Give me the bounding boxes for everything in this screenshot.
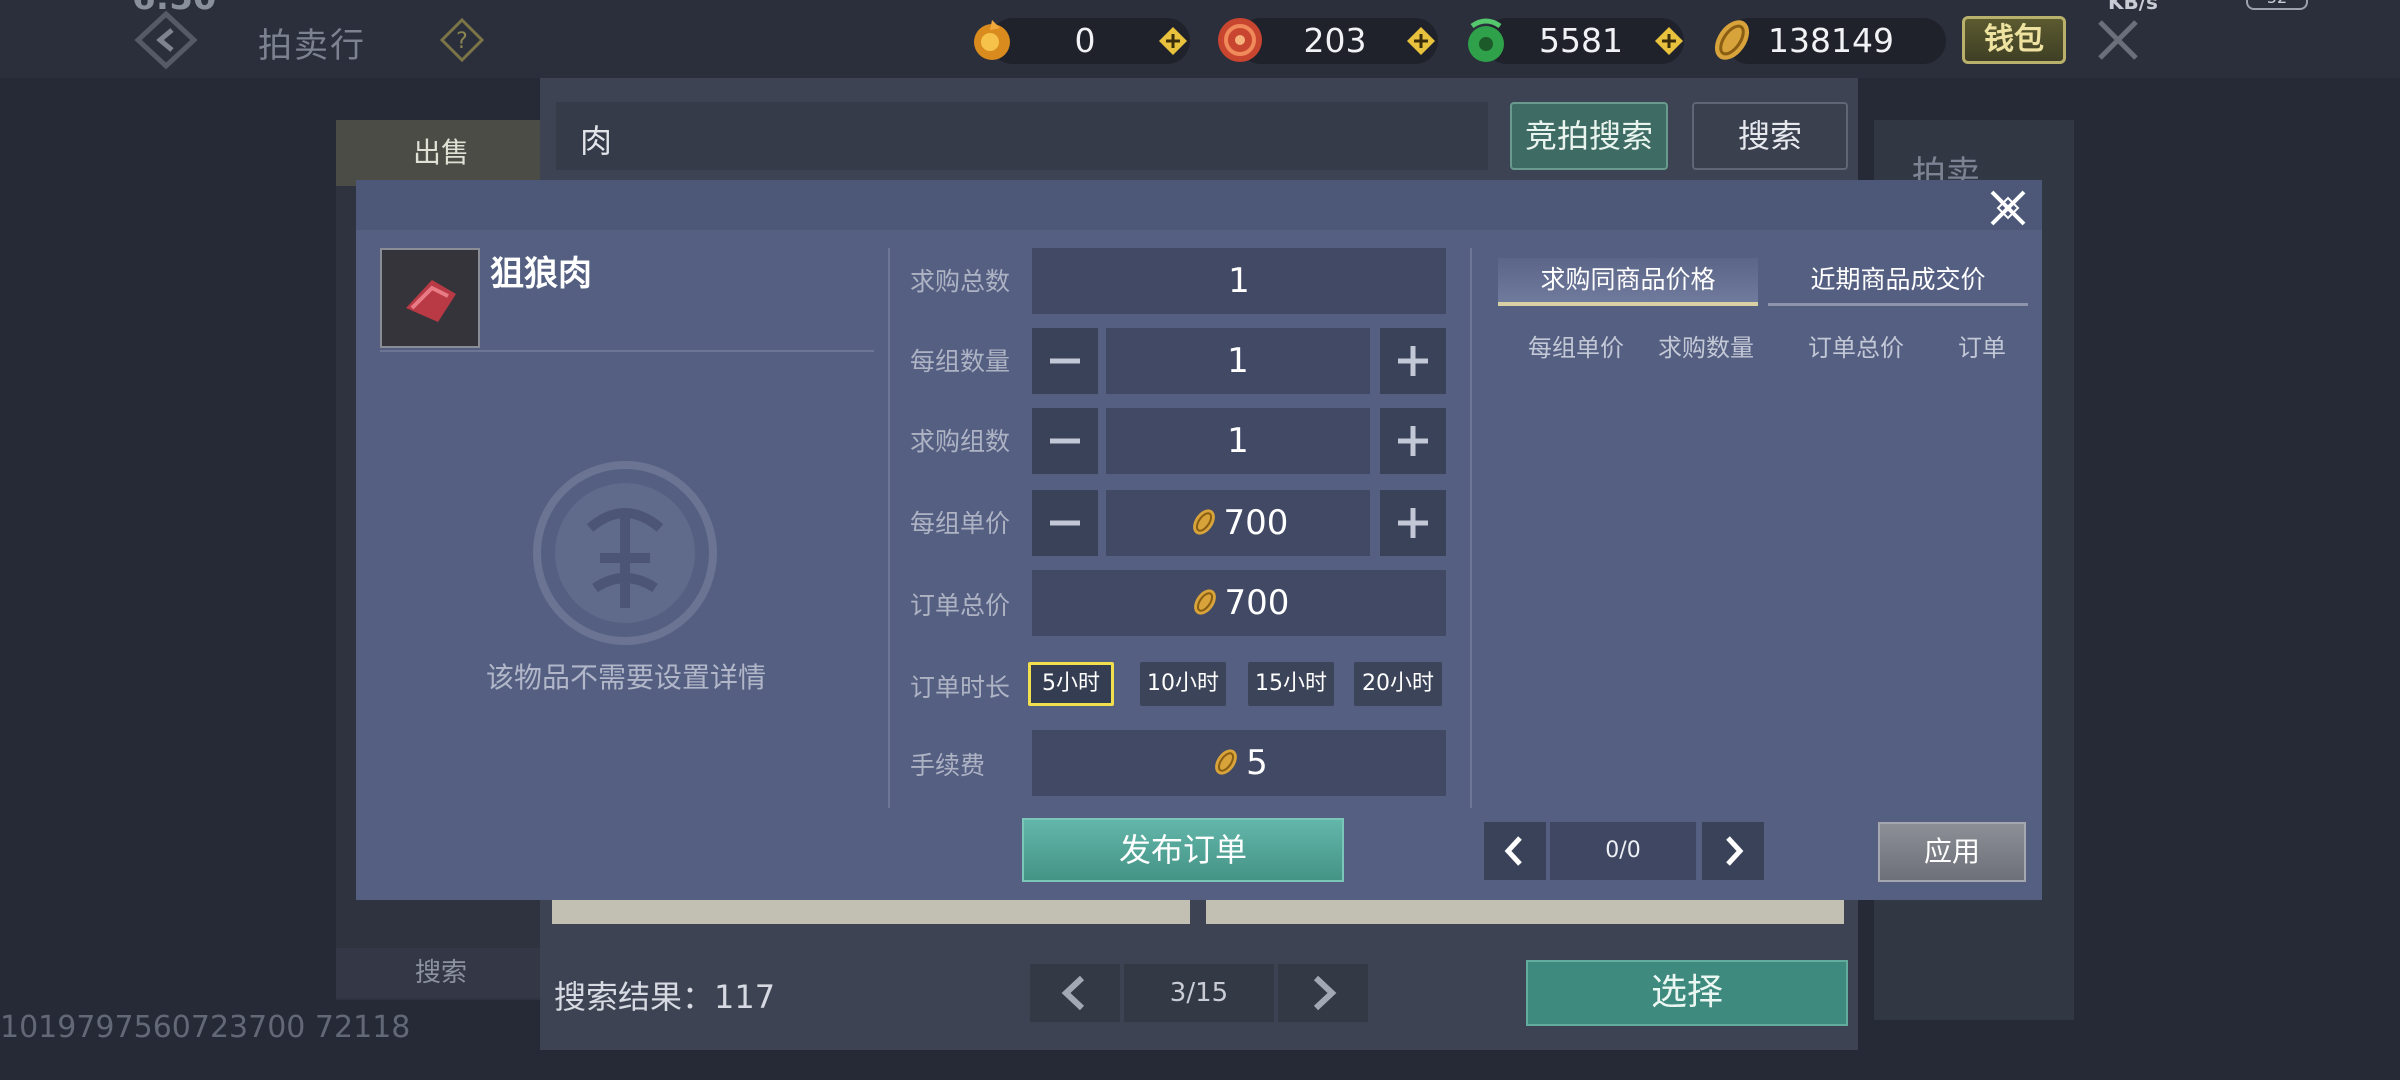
chevron-left-icon[interactable] <box>1484 822 1546 880</box>
page-title: 拍卖行 <box>258 26 366 66</box>
column-header-unit-price: 每组单价 <box>1528 334 1624 362</box>
battery-indicator: 52 <box>2246 0 2308 10</box>
duration-20h-button[interactable]: 20小时 <box>1354 662 1442 706</box>
tab-sell[interactable]: 出售 <box>336 120 546 186</box>
plus-icon[interactable] <box>1158 26 1188 56</box>
sidebar-search-button[interactable]: 搜索 <box>336 948 546 998</box>
divider <box>1470 248 1472 808</box>
meat-icon <box>382 250 478 346</box>
search-input-value: 肉 <box>580 122 613 160</box>
plus-icon[interactable] <box>1406 26 1436 56</box>
currency-jade-value: 5581 <box>1539 21 1623 60</box>
search-result-count: 搜索结果：117 <box>554 978 776 1016</box>
fee-field: 5 <box>1032 730 1446 796</box>
publish-order-button[interactable]: 发布订单 <box>1022 818 1344 882</box>
groups-field[interactable]: 1 <box>1106 408 1370 474</box>
unit-price-label: 每组单价 <box>910 509 1011 538</box>
minus-icon[interactable] <box>1032 408 1098 474</box>
plus-icon[interactable] <box>1654 26 1684 56</box>
jade-token-icon <box>1468 18 1504 62</box>
gold-ingot-icon <box>974 20 1010 60</box>
column-header-order: 订单 <box>1958 334 2006 362</box>
close-icon[interactable] <box>2090 12 2146 68</box>
unit-price-value: 700 <box>1223 503 1289 543</box>
total-price-value: 700 <box>1224 583 1290 623</box>
dialog-header <box>356 180 2042 230</box>
minus-icon[interactable] <box>1032 328 1098 394</box>
divider <box>888 248 890 808</box>
duration-10h-button[interactable]: 10小时 <box>1140 662 1226 706</box>
coin-icon <box>1714 20 1750 60</box>
currency-red-value: 203 <box>1303 21 1367 60</box>
bid-search-button[interactable]: 竞拍搜索 <box>1510 102 1668 170</box>
groups-label: 求购组数 <box>910 427 1011 456</box>
search-button[interactable]: 搜索 <box>1692 102 1848 170</box>
currency-gold-value: 0 <box>1074 21 1096 60</box>
page-indicator: 3/15 <box>1124 964 1274 1022</box>
user-id: 1019797560723700 72118 <box>0 1010 411 1045</box>
plus-icon[interactable] <box>1380 328 1446 394</box>
duration-15h-button[interactable]: 15小时 <box>1248 662 1334 706</box>
column-header-order-total: 订单总价 <box>1808 334 1904 362</box>
coin-icon <box>1192 509 1215 535</box>
plus-icon[interactable] <box>1380 490 1446 556</box>
item-name: 狙狼肉 <box>490 254 592 294</box>
total-price-field: 700 <box>1032 570 1446 636</box>
per-group-qty-label: 每组数量 <box>910 347 1011 376</box>
select-button[interactable]: 选择 <box>1526 960 1848 1026</box>
help-icon[interactable]: ? <box>440 18 484 62</box>
tab-recent-deals[interactable]: 近期商品成交价 <box>1768 258 2028 306</box>
wallet-button[interactable]: 钱包 <box>1962 16 2066 64</box>
total-qty-field[interactable]: 1 <box>1032 248 1446 314</box>
red-token-icon <box>1218 18 1262 62</box>
seal-icon <box>533 461 717 645</box>
fee-label: 手续费 <box>910 751 986 780</box>
chevron-right-icon[interactable] <box>1702 822 1764 880</box>
no-detail-text: 该物品不需要设置详情 <box>486 661 767 694</box>
duration-label: 订单时长 <box>910 673 1011 702</box>
plus-icon[interactable] <box>1380 408 1446 474</box>
fee-value: 5 <box>1246 743 1268 783</box>
chevron-right-icon[interactable] <box>1278 964 1368 1022</box>
duration-5h-button[interactable]: 5小时 <box>1028 662 1114 706</box>
search-input[interactable] <box>556 102 1488 170</box>
back-icon[interactable] <box>132 10 200 70</box>
total-qty-label: 求购总数 <box>910 267 1011 296</box>
tab-buy-prices[interactable]: 求购同商品价格 <box>1498 258 1758 306</box>
divider <box>380 350 874 352</box>
coin-icon <box>1193 589 1216 615</box>
chevron-left-icon[interactable] <box>1030 964 1120 1022</box>
unit-price-field[interactable]: 700 <box>1106 490 1370 556</box>
close-icon[interactable] <box>1984 184 2032 232</box>
svg-text:?: ? <box>456 29 468 54</box>
total-price-label: 订单总价 <box>910 591 1011 620</box>
apply-button[interactable]: 应用 <box>1878 822 2026 882</box>
minus-icon[interactable] <box>1032 490 1098 556</box>
item-thumbnail <box>380 248 480 348</box>
per-group-qty-field[interactable]: 1 <box>1106 328 1370 394</box>
coin-icon <box>1215 749 1238 775</box>
page-indicator: 0/0 <box>1550 822 1696 880</box>
column-header-buy-qty: 求购数量 <box>1658 334 1754 362</box>
currency-coin-value: 138149 <box>1768 21 1894 60</box>
